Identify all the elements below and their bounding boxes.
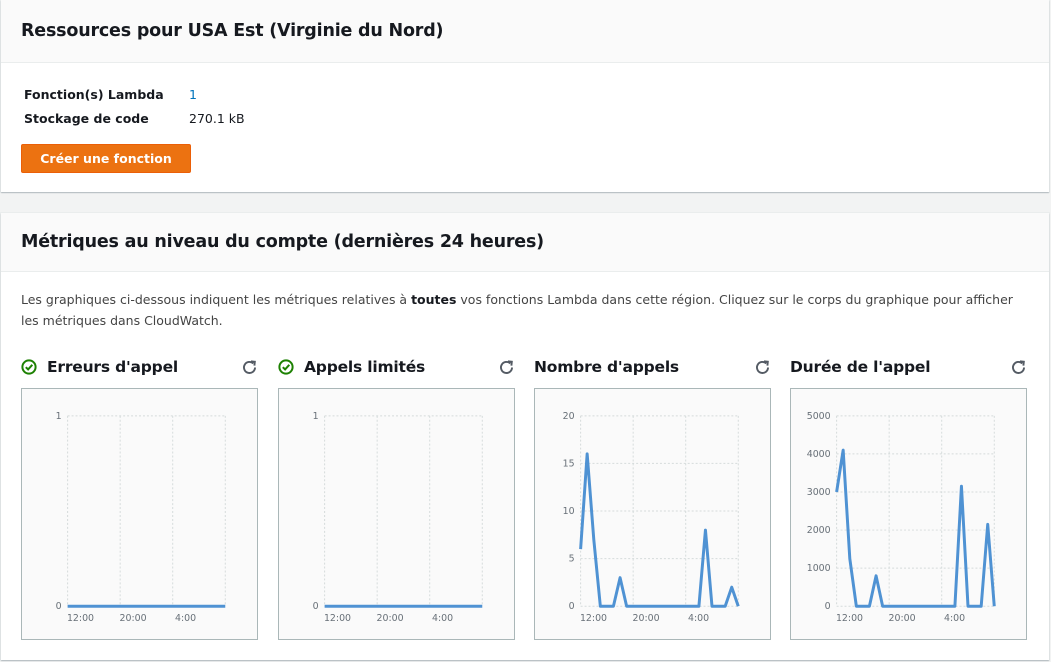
- y-tick-label: 0: [56, 601, 62, 612]
- kv-key: Stockage de code: [24, 110, 149, 126]
- y-tick-label: 4000: [807, 449, 831, 460]
- y-tick-label: 1: [56, 411, 62, 422]
- chart-svg: 0 1000 2000 3000 4000 5000 12:00 20:00 4:00: [807, 411, 996, 624]
- y-tick-label: 0: [825, 601, 831, 612]
- x-tick-label: 4:00: [175, 613, 196, 624]
- resources-table: Fonction(s) Lambda 1 Stockage de code 27…: [24, 82, 245, 130]
- y-tick-label: 1000: [807, 563, 831, 574]
- y-tick-label: 0: [313, 601, 319, 612]
- chart-duration[interactable]: 0 1000 2000 3000 4000 5000 12:00 20:00 4:00: [790, 388, 1027, 640]
- metric-header: Appels limités: [278, 355, 515, 379]
- x-tick-label: 20:00: [633, 613, 660, 624]
- metrics-header: Métriques au niveau du compte (dernières…: [1, 213, 1049, 272]
- x-tick-label: 12:00: [67, 613, 94, 624]
- y-tick-label: 15: [563, 458, 575, 469]
- description-bold: toutes: [411, 292, 457, 307]
- resources-header: Ressources pour USA Est (Virginie du Nor…: [1, 0, 1049, 63]
- y-tick-label: 2000: [807, 525, 831, 536]
- y-tick-label: 5: [569, 554, 575, 565]
- y-tick-label: 10: [563, 506, 575, 517]
- metric-widget-invocation-errors: Erreurs d'appel 0 1 12:00 20:00 4:00: [21, 355, 258, 640]
- create-function-button[interactable]: Créer une fonction: [21, 144, 191, 173]
- metric-title: Nombre d'appels: [534, 358, 679, 376]
- metric-header: Erreurs d'appel: [21, 355, 258, 379]
- description-text: Les graphiques ci-dessous indiquent les …: [21, 292, 412, 307]
- resources-title: Ressources pour USA Est (Virginie du Nor…: [21, 21, 444, 41]
- metric-widget-throttled: Appels limités 0 1 12:00 20:00 4:00: [278, 355, 515, 640]
- metrics-description: Les graphiques ci-dessous indiquent les …: [21, 289, 1031, 331]
- y-tick-label: 20: [563, 411, 575, 422]
- series-line: [579, 452, 740, 608]
- y-tick-label: 0: [569, 601, 575, 612]
- x-tick-label: 12:00: [836, 613, 863, 624]
- y-tick-label: 5000: [807, 411, 831, 422]
- metric-widget-invocations: Nombre d'appels 0 5 10 15 20 12:00 20:00 4:00: [534, 355, 771, 640]
- kv-row-lambda-functions: Fonction(s) Lambda 1: [24, 82, 245, 106]
- x-tick-label: 4:00: [432, 613, 453, 624]
- chart-invocation-errors[interactable]: 0 1 12:00 20:00 4:00: [21, 388, 258, 640]
- check-circle-icon: [278, 359, 294, 375]
- chart-svg: 0 5 10 15 20 12:00 20:00 4:00: [563, 411, 740, 624]
- refresh-icon[interactable]: [498, 359, 515, 376]
- x-tick-label: 4:00: [688, 613, 709, 624]
- refresh-icon[interactable]: [1010, 359, 1027, 376]
- kv-key: Fonction(s) Lambda: [24, 86, 164, 102]
- metric-header: Nombre d'appels: [534, 355, 771, 379]
- x-tick-label: 4:00: [944, 613, 965, 624]
- metric-widget-duration: Durée de l'appel 0 1000 2000 3000 4000 5000 12…: [790, 355, 1027, 640]
- x-tick-label: 20:00: [120, 613, 147, 624]
- y-tick-label: 3000: [807, 487, 831, 498]
- metric-title: Durée de l'appel: [790, 358, 931, 376]
- chart-svg: 0 1 12:00 20:00 4:00: [56, 411, 226, 624]
- check-circle-icon: [21, 359, 37, 375]
- x-tick-label: 20:00: [889, 613, 916, 624]
- chart-svg: 0 1 12:00 20:00 4:00: [313, 411, 483, 624]
- metrics-title: Métriques au niveau du compte (dernières…: [21, 232, 544, 252]
- x-tick-label: 20:00: [377, 613, 404, 624]
- metric-title: Erreurs d'appel: [47, 358, 179, 376]
- chart-invocations[interactable]: 0 5 10 15 20 12:00 20:00 4:00: [534, 388, 771, 640]
- metrics-panel: Métriques au niveau du compte (dernières…: [1, 213, 1049, 660]
- series-line: [835, 448, 996, 608]
- x-tick-label: 12:00: [324, 613, 351, 624]
- refresh-icon[interactable]: [754, 359, 771, 376]
- y-tick-label: 1: [313, 411, 319, 422]
- code-storage-value: 270.1 kB: [189, 110, 245, 126]
- refresh-icon[interactable]: [241, 359, 258, 376]
- x-tick-label: 12:00: [580, 613, 607, 624]
- kv-row-code-storage: Stockage de code 270.1 kB: [24, 106, 245, 130]
- resources-panel: Ressources pour USA Est (Virginie du Nor…: [1, 0, 1049, 192]
- chart-throttled[interactable]: 0 1 12:00 20:00 4:00: [278, 388, 515, 640]
- metric-header: Durée de l'appel: [790, 355, 1027, 379]
- lambda-count-link[interactable]: 1: [189, 87, 197, 102]
- metric-title: Appels limités: [304, 358, 426, 376]
